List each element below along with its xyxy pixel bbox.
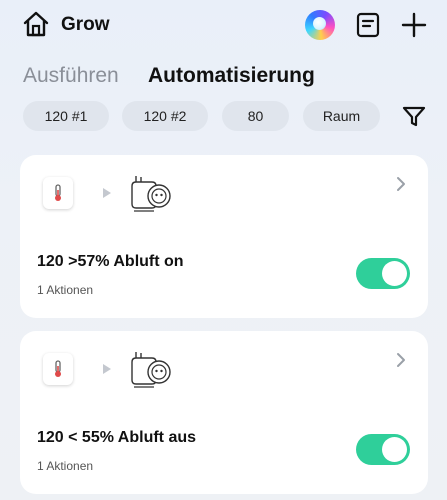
filter-chip[interactable]: Raum bbox=[303, 101, 380, 131]
automation-toggle[interactable] bbox=[356, 434, 410, 465]
filter-icon[interactable] bbox=[401, 106, 427, 128]
automation-toggle[interactable] bbox=[356, 258, 410, 289]
filter-chip-row: 120 #1 120 #2 80 Raum bbox=[0, 101, 447, 133]
arrow-right-icon bbox=[103, 188, 111, 198]
automation-action-count: 1 Aktionen bbox=[37, 283, 94, 297]
thermometer-icon bbox=[43, 353, 73, 385]
automation-title: 120 < 55% Abluft aus bbox=[37, 429, 197, 446]
tab-ausfuehren[interactable]: Ausführen bbox=[23, 64, 119, 88]
smart-plug-icon bbox=[131, 352, 171, 388]
log-list-icon[interactable] bbox=[356, 12, 380, 38]
automation-action-count: 1 Aktionen bbox=[37, 459, 94, 473]
filter-chip[interactable]: 120 #1 bbox=[23, 101, 109, 131]
automation-title: 120 >57% Abluft on bbox=[37, 253, 184, 270]
tab-automatisierung[interactable]: Automatisierung bbox=[148, 64, 315, 88]
chevron-right-icon[interactable] bbox=[395, 176, 407, 192]
tab-bar: Ausführen Automatisierung bbox=[0, 60, 447, 96]
home-title[interactable]: Grow bbox=[61, 14, 110, 36]
home-icon[interactable] bbox=[22, 10, 50, 38]
smart-plug-icon bbox=[131, 176, 171, 212]
arrow-right-icon bbox=[103, 364, 111, 374]
automation-card[interactable]: 120 < 55% Abluft aus 1 Aktionen bbox=[20, 331, 428, 494]
thermometer-icon bbox=[43, 177, 73, 209]
add-icon[interactable] bbox=[401, 12, 427, 38]
automation-card[interactable]: 120 >57% Abluft on 1 Aktionen bbox=[20, 155, 428, 318]
filter-chip[interactable]: 120 #2 bbox=[122, 101, 208, 131]
assistant-bubble-icon[interactable] bbox=[305, 10, 335, 40]
chevron-right-icon[interactable] bbox=[395, 352, 407, 368]
filter-chip[interactable]: 80 bbox=[222, 101, 289, 131]
app-header: Grow bbox=[0, 0, 447, 50]
